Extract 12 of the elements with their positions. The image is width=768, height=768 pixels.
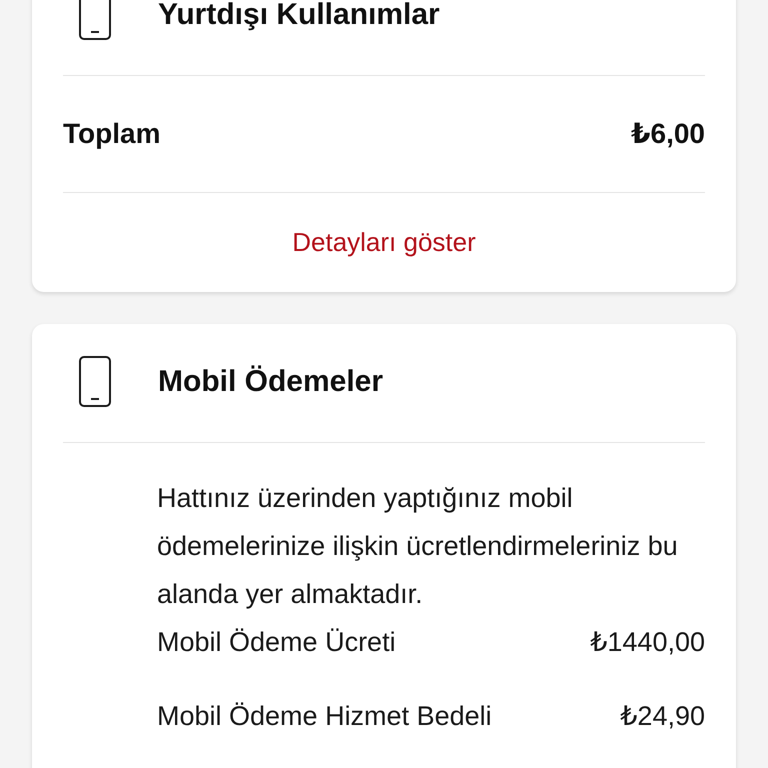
- phone-icon: [79, 356, 111, 407]
- description-text: Hattınız üzerinden yaptığınız mobil ödemelerinize ilişkin ücretlendirmeleriniz bu alanda yer almaktadır.: [157, 482, 679, 611]
- show-details-link[interactable]: Detayları göster: [292, 223, 476, 262]
- charge-amount: ₺1440,00: [590, 626, 705, 659]
- charge-label: Mobil Ödeme Ücreti: [157, 626, 396, 659]
- card-title: Mobil Ödemeler: [158, 366, 384, 398]
- phone-icon: [79, 0, 111, 40]
- total-amount: ₺6,00: [631, 117, 705, 151]
- charge-label: Mobil Ödeme Hizmet Bedeli: [157, 700, 492, 733]
- charge-amount: ₺24,90: [620, 700, 705, 733]
- card-title: Yurtdışı Kullanımlar: [158, 0, 440, 30]
- total-label: Toplam: [63, 117, 160, 151]
